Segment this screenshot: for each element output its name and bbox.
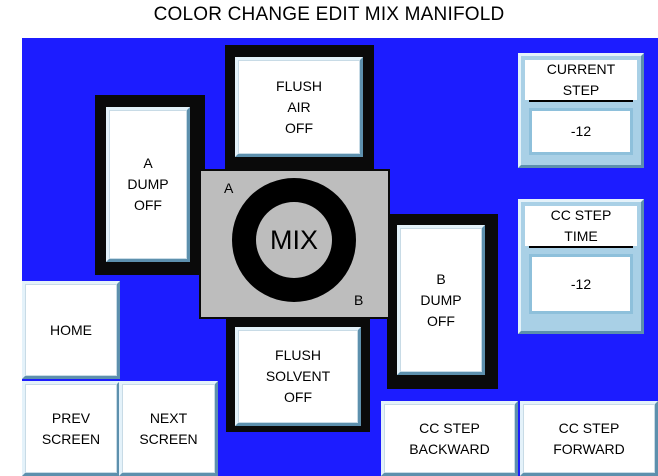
mix-label: MIX bbox=[269, 224, 318, 255]
home-button[interactable]: HOME bbox=[22, 281, 120, 379]
current-step-label: CURRENT STEP bbox=[546, 61, 616, 98]
next-screen-button[interactable]: NEXT SCREEN bbox=[119, 381, 218, 476]
home-label: HOME bbox=[50, 321, 92, 338]
cc-step-backward-button[interactable]: CC STEP BACKWARD bbox=[381, 401, 518, 476]
cc-step-time-label: CC STEP TIME bbox=[550, 207, 612, 244]
cc-step-forward-label: CC STEP FORWARD bbox=[553, 419, 625, 457]
a-dump-button[interactable]: A DUMP OFF bbox=[106, 107, 190, 262]
next-screen-label: NEXT SCREEN bbox=[139, 409, 198, 447]
flush-solvent-button[interactable]: FLUSH SOLVENT OFF bbox=[235, 327, 361, 426]
mix-center: MIX bbox=[256, 202, 332, 278]
prev-screen-button[interactable]: PREV SCREEN bbox=[22, 381, 120, 476]
cc-step-time-divider bbox=[529, 246, 633, 248]
port-b-label: B bbox=[354, 292, 364, 308]
a-dump-label: A DUMP OFF bbox=[127, 155, 169, 213]
current-step-divider bbox=[529, 100, 633, 102]
screen-title: COLOR CHANGE EDIT MIX MANIFOLD bbox=[153, 4, 505, 25]
current-step-display: CURRENT STEP -12 bbox=[518, 53, 644, 168]
current-step-value: -12 bbox=[570, 123, 592, 139]
flush-air-button[interactable]: FLUSH AIR OFF bbox=[235, 57, 363, 157]
b-dump-button[interactable]: B DUMP OFF bbox=[397, 225, 485, 375]
flush-air-label: FLUSH AIR OFF bbox=[276, 77, 322, 136]
flush-solvent-label: FLUSH SOLVENT OFF bbox=[265, 347, 331, 405]
cc-step-time-value: -12 bbox=[570, 275, 592, 292]
b-dump-label: B DUMP OFF bbox=[420, 270, 462, 329]
port-a-label: A bbox=[224, 180, 234, 196]
prev-screen-label: PREV SCREEN bbox=[41, 409, 101, 447]
cc-step-time-display: CC STEP TIME -12 bbox=[518, 199, 644, 334]
cc-step-forward-button[interactable]: CC STEP FORWARD bbox=[520, 401, 658, 476]
cc-step-backward-label: CC STEP BACKWARD bbox=[409, 419, 490, 457]
